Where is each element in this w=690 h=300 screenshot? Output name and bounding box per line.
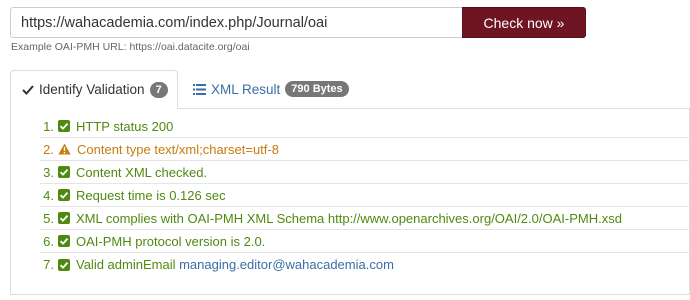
check-square-icon — [58, 166, 70, 178]
result-tabs: Identify Validation 7 XML Result 790 Byt… — [10, 70, 690, 109]
list-item: 5. XML complies with OAI-PMH XML Schema … — [40, 207, 690, 230]
check-square-icon — [58, 120, 70, 132]
list-item: 6. OAI-PMH protocol version is 2.0. — [40, 230, 690, 253]
item-number: 7. — [43, 257, 54, 272]
item-number: 1. — [43, 118, 54, 134]
check-now-button[interactable]: Check now » — [462, 7, 586, 38]
tab-xml-result[interactable]: XML Result 790 Bytes — [193, 70, 349, 108]
warning-icon — [58, 143, 71, 155]
check-square-icon — [58, 235, 70, 247]
check-square-icon — [58, 212, 70, 224]
tab-label: Identify Validation — [39, 82, 145, 97]
result-text: Request time is 0.126 sec — [76, 187, 226, 203]
item-number: 5. — [43, 210, 54, 226]
result-text: HTTP status 200 — [76, 118, 174, 134]
validation-panel: 1. HTTP status 200 2. Content type text/… — [10, 108, 690, 295]
validation-results: 1. HTTP status 200 2. Content type text/… — [40, 115, 690, 276]
check-square-icon — [58, 258, 70, 271]
example-url-hint: Example OAI-PMH URL: https://oai.datacit… — [11, 41, 250, 53]
url-form: Check now » — [10, 7, 586, 38]
item-number: 6. — [43, 233, 54, 249]
result-text: Valid adminEmail — [76, 257, 180, 272]
check-icon — [22, 84, 34, 95]
item-number: 4. — [43, 187, 54, 203]
result-text: Content XML checked. — [76, 164, 208, 180]
size-badge: 790 Bytes — [285, 81, 349, 97]
admin-email-value: managing.editor@wahacademia.com — [179, 257, 394, 272]
list-item: 2. Content type text/xml;charset=utf-8 — [40, 138, 690, 161]
list-item: 1. HTTP status 200 — [40, 115, 690, 138]
check-square-icon — [58, 189, 70, 201]
item-number: 3. — [43, 164, 54, 180]
result-text: Content type text/xml;charset=utf-8 — [77, 141, 279, 157]
tab-identify-validation[interactable]: Identify Validation 7 — [10, 70, 178, 109]
list-icon — [193, 83, 206, 95]
result-text: XML complies with OAI-PMH XML Schema htt… — [76, 210, 622, 226]
oai-url-input[interactable] — [10, 7, 462, 38]
list-item: 3. Content XML checked. — [40, 161, 690, 184]
error-count-badge: 7 — [149, 81, 168, 98]
tab-label: XML Result — [211, 81, 281, 97]
result-text: OAI-PMH protocol version is 2.0. — [76, 233, 266, 249]
list-item: 4. Request time is 0.126 sec — [40, 184, 690, 207]
item-number: 2. — [43, 141, 54, 157]
list-item: 7. Valid adminEmail managing.editor@waha… — [40, 253, 690, 276]
